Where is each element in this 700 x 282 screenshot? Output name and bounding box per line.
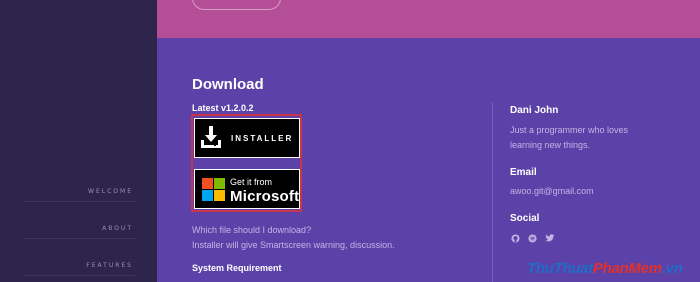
column-divider bbox=[492, 102, 493, 282]
watermark-part3: .vn bbox=[661, 260, 683, 277]
top-pill-button[interactable] bbox=[192, 0, 281, 10]
sidebar-nav: WELCOME ABOUT FEATURES bbox=[0, 0, 157, 282]
twitter-icon[interactable] bbox=[544, 233, 555, 244]
download-icon bbox=[201, 126, 221, 148]
which-file-link[interactable]: Which file should I download? bbox=[192, 225, 311, 235]
system-requirement-heading: System Requirement bbox=[192, 263, 282, 273]
email-link[interactable]: awoo.git@gmail.com bbox=[510, 186, 594, 196]
sidebar-item-welcome[interactable]: WELCOME bbox=[24, 165, 135, 202]
download-section: Download Latest v1.2.0.2 INSTALLER Get i… bbox=[157, 38, 700, 282]
section-title: Download bbox=[192, 76, 264, 93]
latest-version: Latest v1.2.0.2 bbox=[192, 103, 254, 113]
sidebar-item-features[interactable]: FEATURES bbox=[24, 239, 135, 276]
store-name: Microsoft bbox=[230, 188, 300, 205]
author-name: Dani John bbox=[510, 105, 559, 116]
email-heading: Email bbox=[510, 167, 537, 178]
installer-note: Installer will give Smartscreen warning,… bbox=[192, 240, 395, 250]
social-links bbox=[510, 233, 555, 244]
sidebar-item-about[interactable]: ABOUT bbox=[24, 202, 135, 239]
social-heading: Social bbox=[510, 213, 540, 224]
top-band bbox=[157, 0, 700, 38]
watermark-part2: PhanMem bbox=[592, 260, 662, 277]
installer-download-button[interactable]: INSTALLER bbox=[194, 118, 300, 158]
installer-label: INSTALLER bbox=[231, 134, 294, 143]
spotify-icon[interactable] bbox=[527, 233, 538, 244]
sidebar-item-label: ABOUT bbox=[102, 225, 133, 232]
author-bio-line2: learning new things. bbox=[510, 140, 591, 150]
sidebar-item-label: FEATURES bbox=[86, 262, 133, 269]
site-watermark: ThuThuatPhanMem.vn bbox=[527, 260, 683, 277]
store-caption: Get it from bbox=[230, 177, 273, 187]
author-bio-line1: Just a programmer who loves bbox=[510, 125, 629, 135]
microsoft-logo-icon bbox=[202, 178, 225, 201]
watermark-part1: ThuThuat bbox=[527, 260, 593, 277]
github-icon[interactable] bbox=[510, 233, 521, 244]
sidebar-item-label: WELCOME bbox=[88, 188, 133, 195]
microsoft-store-button[interactable]: Get it from Microsoft bbox=[194, 169, 300, 209]
